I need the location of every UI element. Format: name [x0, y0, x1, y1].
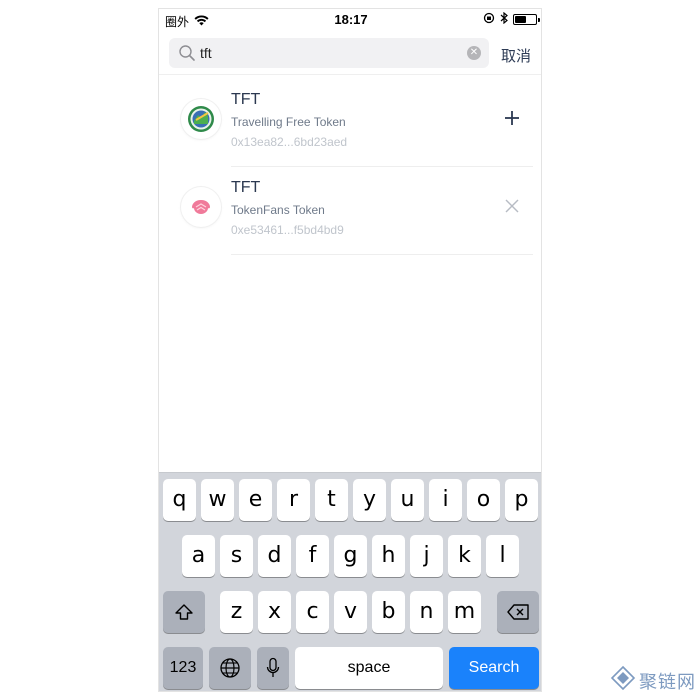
letter-key[interactable]: t: [315, 479, 348, 521]
numbers-key[interactable]: 123: [163, 647, 203, 689]
clear-search-icon[interactable]: ✕: [467, 46, 481, 60]
token-address: 0x13ea82...6bd23aed: [231, 135, 348, 149]
delete-key[interactable]: [497, 591, 539, 633]
letter-key[interactable]: g: [334, 535, 367, 577]
ios-keyboard: 123 space Search qwertyuiop asdfghjkl zxcv…: [159, 472, 541, 691]
letter-key[interactable]: v: [334, 591, 367, 633]
letter-key[interactable]: f: [296, 535, 329, 577]
globe-icon: [220, 658, 240, 678]
letter-key[interactable]: b: [372, 591, 405, 633]
token-address: 0xe53461...f5bd4bd9: [231, 223, 344, 237]
letter-key[interactable]: s: [220, 535, 253, 577]
token-name: TokenFans Token: [231, 203, 325, 217]
letter-key[interactable]: i: [429, 479, 462, 521]
search-input[interactable]: [200, 45, 455, 61]
letter-key[interactable]: a: [182, 535, 215, 577]
letter-key[interactable]: l: [486, 535, 519, 577]
watermark-logo-icon: [610, 665, 636, 696]
search-bar: ✕ 取消: [159, 35, 541, 75]
remove-token-icon[interactable]: [503, 197, 521, 215]
letter-key[interactable]: m: [448, 591, 481, 633]
letter-key[interactable]: h: [372, 535, 405, 577]
letter-key[interactable]: r: [277, 479, 310, 521]
letter-key[interactable]: c: [296, 591, 329, 633]
add-token-icon[interactable]: [503, 109, 521, 127]
microphone-icon: [266, 657, 280, 677]
token-symbol: TFT: [231, 91, 261, 108]
letter-key[interactable]: o: [467, 479, 500, 521]
letter-key[interactable]: d: [258, 535, 291, 577]
token-logo: [181, 99, 221, 139]
list-item[interactable]: TFT Travelling Free Token 0x13ea82...6bd…: [159, 79, 541, 167]
watermark-text: 聚链网: [639, 671, 696, 693]
token-result-list: TFT Travelling Free Token 0x13ea82...6bd…: [159, 79, 541, 255]
letter-key[interactable]: n: [410, 591, 443, 633]
bluetooth-icon: [500, 11, 508, 27]
space-key[interactable]: space: [295, 647, 443, 689]
divider: [231, 254, 533, 255]
status-right: [483, 11, 540, 27]
letter-key[interactable]: p: [505, 479, 538, 521]
dictation-key[interactable]: [257, 647, 289, 689]
search-key[interactable]: Search: [449, 647, 539, 689]
shift-icon: [175, 604, 193, 620]
list-item[interactable]: TFT TokenFans Token 0xe53461...f5bd4bd9: [159, 167, 541, 255]
token-symbol: TFT: [231, 179, 261, 196]
rotation-lock-icon: [483, 12, 495, 27]
letter-key[interactable]: u: [391, 479, 424, 521]
watermark: 聚链网: [610, 665, 696, 696]
letter-key[interactable]: y: [353, 479, 386, 521]
letter-key[interactable]: k: [448, 535, 481, 577]
backspace-icon: [507, 604, 529, 620]
letter-key[interactable]: q: [163, 479, 196, 521]
token-name: Travelling Free Token: [231, 115, 346, 129]
letter-key[interactable]: e: [239, 479, 272, 521]
search-icon: [178, 44, 196, 62]
status-bar: 圈外 18:17: [159, 9, 541, 31]
search-box[interactable]: ✕: [169, 38, 489, 68]
shift-key[interactable]: [163, 591, 205, 633]
globe-key[interactable]: [209, 647, 251, 689]
letter-key[interactable]: w: [201, 479, 234, 521]
tokenfans-token-logo-icon: [192, 200, 210, 214]
token-logo: [181, 187, 221, 227]
letter-key[interactable]: j: [410, 535, 443, 577]
letter-key[interactable]: x: [258, 591, 291, 633]
letter-key[interactable]: z: [220, 591, 253, 633]
battery-icon: [513, 14, 540, 25]
cancel-button[interactable]: 取消: [501, 45, 531, 66]
travelling-free-token-logo-icon: [188, 106, 214, 132]
phone-screen: 圈外 18:17 tft ✕ 取消 TFT Travelling Free To…: [158, 8, 542, 692]
